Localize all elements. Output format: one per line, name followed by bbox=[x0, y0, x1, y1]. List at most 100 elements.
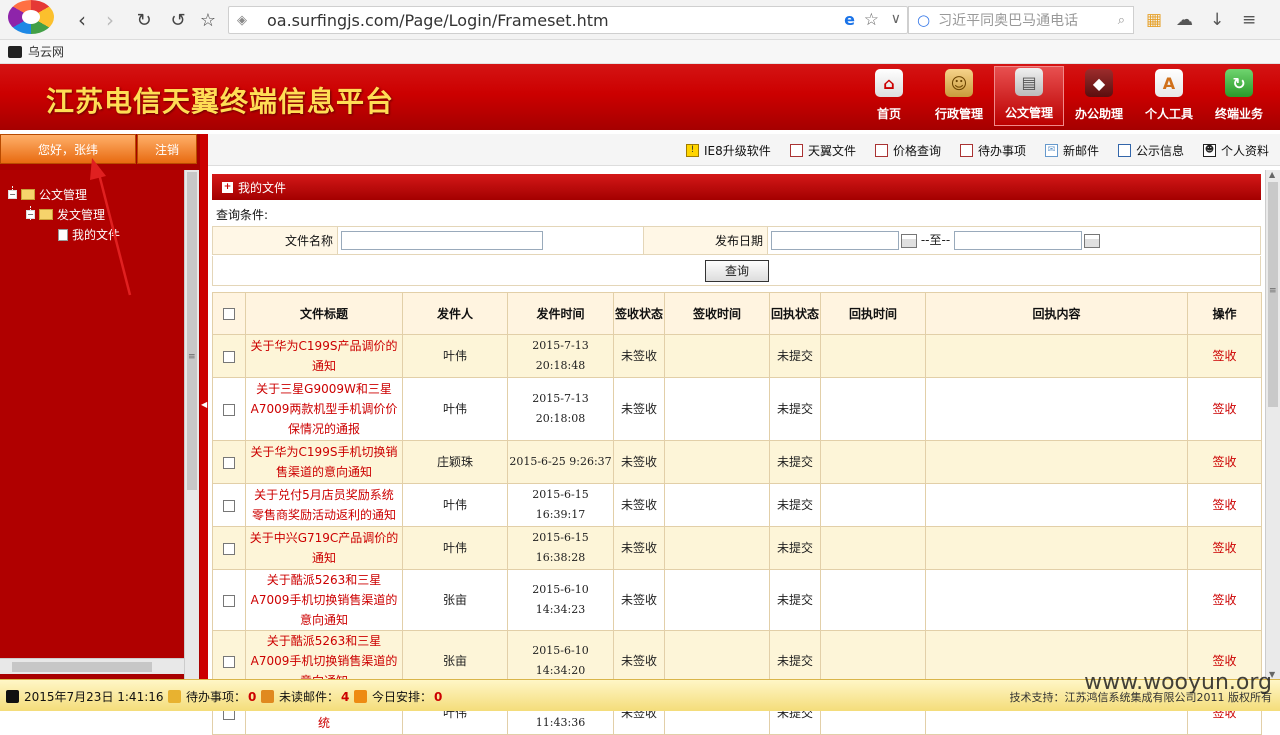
nav-terminal-business-label: 终端业务 bbox=[1214, 107, 1263, 121]
tree-node-documents[interactable]: − 公文管理 bbox=[8, 186, 87, 203]
sign-time-cell bbox=[664, 483, 770, 527]
query-button[interactable]: 查询 bbox=[705, 260, 769, 282]
main-vertical-scrollbar[interactable]: ▲ ≡ ▼ bbox=[1265, 170, 1280, 679]
quicklink-ie8[interactable]: ! IE8升级软件 bbox=[686, 142, 771, 159]
sidebar-horizontal-scrollbar[interactable] bbox=[0, 658, 184, 674]
sidebar-vertical-scrollbar[interactable]: ≡ bbox=[184, 170, 199, 694]
column-header[interactable]: 操作 bbox=[1187, 292, 1262, 335]
panel-plus-icon[interactable]: + bbox=[222, 181, 233, 193]
file-title-link[interactable]: 关于三星G9009W和三星A7009两款机型手机调价价保情况的通报 bbox=[245, 377, 403, 441]
nav-documents[interactable]: ▤ 公文管理 bbox=[994, 66, 1064, 126]
end-date-input[interactable] bbox=[953, 231, 1082, 250]
column-header[interactable]: 签收时间 bbox=[664, 292, 770, 335]
status-unread-mail[interactable]: 未读邮件： 4 bbox=[261, 688, 349, 705]
column-header[interactable]: 文件标题 bbox=[245, 292, 403, 335]
column-header[interactable]: 发件人 bbox=[402, 292, 508, 335]
sign-link[interactable]: 签收 bbox=[1187, 440, 1262, 484]
ie8-upgrade-icon: ! bbox=[686, 144, 699, 157]
row-checkbox[interactable] bbox=[223, 403, 235, 416]
tree-node-label: 我的文件 bbox=[72, 228, 121, 242]
quicklink-announcements[interactable]: 公示信息 bbox=[1118, 142, 1184, 159]
row-checkbox[interactable] bbox=[223, 499, 235, 512]
nav-office-assistant[interactable]: ◆ 办公助理 bbox=[1064, 66, 1134, 126]
row-checkbox[interactable] bbox=[223, 655, 235, 668]
tree-node-my-files[interactable]: 我的文件 bbox=[58, 226, 120, 243]
panel-splitter[interactable]: ◀ bbox=[200, 134, 208, 679]
app-title: 江苏电信天翼终端信息平台 bbox=[46, 85, 395, 118]
send-time-cell: 2015-6-15 16:38:28 bbox=[507, 526, 614, 570]
address-dropdown-icon[interactable]: ∨ bbox=[891, 11, 901, 27]
file-title-link[interactable]: 关于华为C199S产品调价的通知 bbox=[245, 334, 403, 378]
scrollbar-thumb[interactable] bbox=[12, 662, 152, 672]
sign-link[interactable]: 签收 bbox=[1187, 377, 1262, 441]
file-title-link[interactable]: 关于华为C199S手机切换销售渠道的意向通知 bbox=[245, 440, 403, 484]
favorite-star-icon[interactable]: ☆ bbox=[196, 8, 220, 32]
undo-icon[interactable]: ↺ bbox=[166, 8, 190, 32]
select-all-checkbox[interactable] bbox=[223, 308, 235, 320]
nav-admin-label: 行政管理 bbox=[934, 107, 983, 121]
bookmark-star-icon[interactable]: ☆ bbox=[864, 10, 879, 30]
column-header[interactable]: 回执时间 bbox=[820, 292, 926, 335]
quicklink-new-mail[interactable]: ✉ 新邮件 bbox=[1045, 142, 1099, 159]
tree-node-dispatch[interactable]: − 发文管理 bbox=[26, 206, 105, 223]
scrollbar-grip-icon: ≡ bbox=[1269, 286, 1277, 296]
status-today[interactable]: 今日安排： 0 bbox=[354, 688, 442, 705]
ie-mode-icon[interactable]: e bbox=[844, 10, 855, 29]
search-icon[interactable]: ⌕ bbox=[1118, 13, 1125, 28]
quicklink-todo[interactable]: 待办事项 bbox=[960, 142, 1026, 159]
calendar-icon[interactable] bbox=[1083, 233, 1100, 248]
nav-admin[interactable]: ☺ 行政管理 bbox=[924, 66, 994, 126]
collapse-icon[interactable]: − bbox=[26, 210, 35, 219]
browser-logo-icon[interactable] bbox=[8, 0, 54, 34]
forward-icon[interactable]: › bbox=[98, 8, 122, 32]
nav-terminal-business[interactable]: ↻ 终端业务 bbox=[1204, 66, 1274, 126]
greeting-button[interactable]: 您好，张纬 bbox=[0, 134, 136, 164]
column-header[interactable]: 签收状态 bbox=[613, 292, 665, 335]
apps-grid-icon[interactable]: ▦ bbox=[1146, 10, 1162, 30]
menu-icon[interactable]: ≡ bbox=[1242, 10, 1256, 30]
download-icon[interactable]: ↓ bbox=[1210, 10, 1224, 30]
nav-tools[interactable]: A 个人工具 bbox=[1134, 66, 1204, 126]
back-icon[interactable]: ‹ bbox=[70, 8, 94, 32]
collapse-icon[interactable]: − bbox=[8, 190, 17, 199]
sign-link[interactable]: 签收 bbox=[1187, 526, 1262, 570]
sign-time-cell bbox=[664, 334, 770, 378]
quicklink-price-query[interactable]: 价格查询 bbox=[875, 142, 941, 159]
refresh-icon[interactable]: ↻ bbox=[132, 8, 156, 32]
nav-home[interactable]: ⌂ 首页 bbox=[854, 66, 924, 126]
column-header[interactable]: 回执内容 bbox=[925, 292, 1188, 335]
sign-link[interactable]: 签收 bbox=[1187, 569, 1262, 631]
quicklink-profile[interactable]: ☻ 个人资料 bbox=[1203, 142, 1269, 159]
file-title-link[interactable]: 关于兑付5月店员奖励系统零售商奖励活动返利的通知 bbox=[245, 483, 403, 527]
scrollbar-thumb[interactable] bbox=[187, 172, 197, 490]
search-box[interactable]: ○ 习近平同奥巴马通电话 ⌕ bbox=[908, 6, 1134, 34]
receipt-content-cell bbox=[925, 483, 1188, 527]
row-checkbox[interactable] bbox=[223, 456, 235, 469]
column-header[interactable]: 发件时间 bbox=[507, 292, 614, 335]
row-checkbox[interactable] bbox=[223, 542, 235, 555]
file-title-link[interactable]: 关于酷派5263和三星A7009手机切换销售渠道的意向通知 bbox=[245, 569, 403, 631]
row-checkbox[interactable] bbox=[223, 594, 235, 607]
sign-link[interactable]: 签收 bbox=[1187, 483, 1262, 527]
column-header[interactable]: 回执状态 bbox=[769, 292, 821, 335]
file-title-link[interactable]: 关于中兴G719C产品调价的通知 bbox=[245, 526, 403, 570]
status-todo[interactable]: 待办事项： 0 bbox=[168, 688, 256, 705]
row-checkbox-cell bbox=[212, 526, 246, 570]
receipt-status-cell: 未提交 bbox=[769, 377, 821, 441]
address-url[interactable]: oa.surfingjs.com/Page/Login/Frameset.htm bbox=[267, 11, 609, 30]
send-time-cell: 2015-7-13 20:18:48 bbox=[507, 334, 614, 378]
bookmark-wooyun[interactable]: 乌云网 bbox=[28, 43, 64, 60]
quicklink-tianyi-files[interactable]: 天翼文件 bbox=[790, 142, 856, 159]
cloud-icon[interactable]: ☁ bbox=[1176, 10, 1193, 30]
collapse-left-icon[interactable]: ◀ bbox=[201, 400, 207, 409]
sign-link[interactable]: 签收 bbox=[1187, 334, 1262, 378]
start-date-input[interactable] bbox=[771, 231, 899, 250]
calendar-icon[interactable] bbox=[901, 233, 917, 248]
quicklink-label: 个人资料 bbox=[1221, 144, 1270, 158]
nav-home-label: 首页 bbox=[876, 107, 901, 121]
scroll-up-icon[interactable]: ▲ bbox=[1269, 170, 1275, 179]
logout-button[interactable]: 注销 bbox=[137, 134, 197, 164]
row-checkbox[interactable] bbox=[223, 350, 235, 363]
address-bar[interactable]: ◈ oa.surfingjs.com/Page/Login/Frameset.h… bbox=[228, 6, 908, 34]
file-name-input[interactable] bbox=[341, 231, 543, 250]
